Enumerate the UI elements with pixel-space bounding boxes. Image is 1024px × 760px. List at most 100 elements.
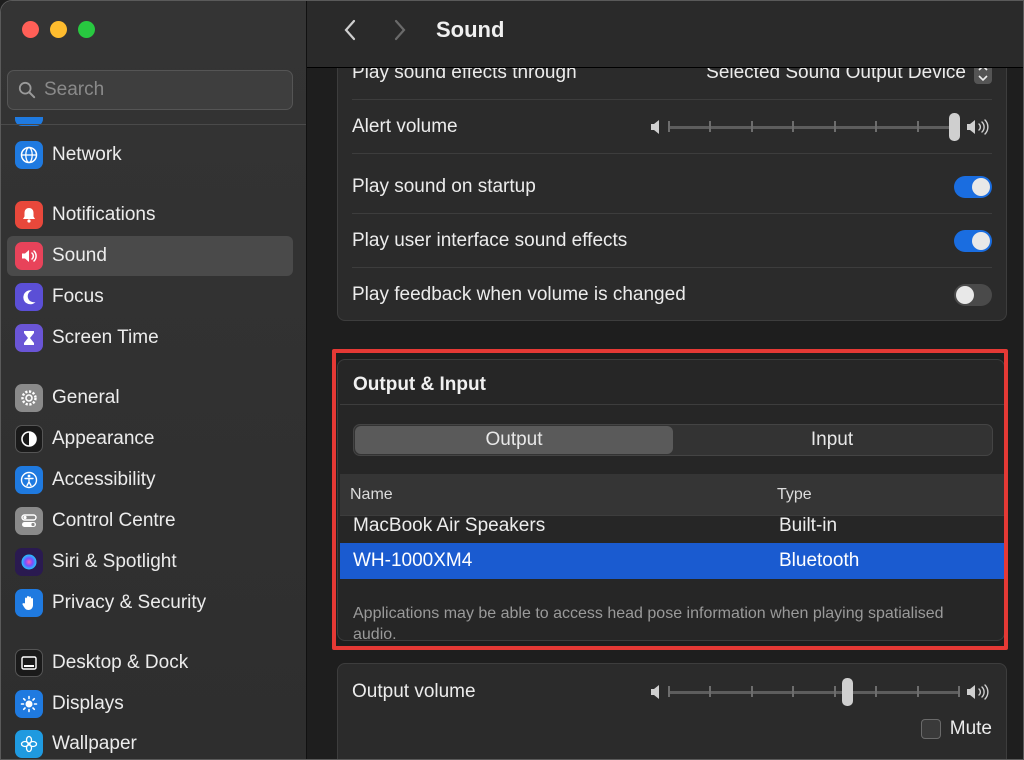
ui-sound-effects-row: Play user interface sound effects — [352, 214, 992, 268]
sidebar-item-screen-time[interactable]: Screen Time — [7, 318, 293, 358]
gear-icon — [15, 384, 43, 412]
sidebar-item-label: Screen Time — [52, 327, 159, 348]
sidebar-item-focus[interactable]: Focus — [7, 277, 293, 317]
mute-checkbox[interactable] — [920, 719, 941, 739]
bell-icon — [15, 201, 43, 229]
output-input-segmented-control: Output Input — [353, 424, 993, 456]
sidebar-item-label: Wallpaper — [52, 733, 137, 754]
output-volume-label: Output volume — [352, 681, 476, 702]
startup-sound-toggle[interactable] — [954, 175, 992, 198]
tab-output[interactable]: Output — [355, 426, 673, 454]
back-button[interactable] — [337, 17, 363, 43]
sidebar-divider — [1, 124, 306, 125]
close-button[interactable] — [22, 21, 39, 38]
spatial-audio-note: Applications may be able to access head … — [353, 605, 944, 643]
sidebar-item-label: Privacy & Security — [52, 592, 207, 613]
sidebar-item-general[interactable]: General — [7, 378, 293, 418]
slider-tick — [668, 686, 670, 697]
output-volume-slider[interactable] — [668, 677, 960, 707]
sidebar-item-label: Notifications — [52, 204, 156, 225]
output-input-panel: Output & Input Output Input Name Type Ma… — [337, 359, 1005, 643]
sidebar: Network Notifications Sound — [1, 1, 307, 759]
slider-tick — [875, 686, 878, 697]
column-header-type[interactable]: Type — [777, 486, 812, 504]
column-header-name[interactable]: Name — [350, 486, 393, 504]
slider-knob[interactable] — [949, 112, 960, 141]
siri-icon — [15, 548, 43, 576]
mute-label: Mute — [949, 718, 992, 739]
switches-icon — [15, 507, 43, 535]
speaker-low-icon — [651, 685, 659, 699]
slider-tick — [958, 686, 960, 697]
sidebar-item-label: Network — [52, 144, 122, 165]
sidebar-item-notifications[interactable]: Notifications — [7, 195, 293, 235]
section-divider — [340, 404, 1004, 405]
sidebar-item-accessibility[interactable]: Accessibility — [7, 460, 293, 500]
table-row[interactable]: MacBook Air Speakers Built-in — [340, 508, 1004, 544]
sidebar-item-label: Sound — [52, 245, 107, 266]
sidebar-item-label: Desktop & Dock — [52, 652, 189, 673]
sidebar-item-label: Focus — [52, 286, 104, 307]
ui-sound-effects-toggle[interactable] — [954, 229, 992, 252]
chevron-right-icon — [394, 19, 406, 41]
sidebar-item-wallpaper[interactable]: Wallpaper — [7, 724, 293, 759]
slider-tick — [709, 686, 712, 697]
volume-feedback-toggle[interactable] — [954, 284, 992, 306]
sidebar-item-control-centre[interactable]: Control Centre — [7, 501, 293, 541]
search-input[interactable] — [44, 79, 274, 101]
sidebar-item-desktop-dock[interactable]: Desktop & Dock — [7, 643, 293, 683]
alert-volume-slider-group — [650, 112, 992, 142]
device-name: MacBook Air Speakers — [353, 515, 546, 536]
alert-volume-slider[interactable] — [668, 112, 960, 142]
hourglass-icon — [15, 324, 43, 352]
device-type: Bluetooth — [779, 550, 860, 571]
speaker-high-icon — [967, 684, 989, 700]
startup-sound-row: Play sound on startup — [352, 160, 992, 214]
slider-tick — [709, 120, 712, 132]
sidebar-item-label: Control Centre — [52, 510, 176, 531]
device-type: Built-in — [779, 515, 838, 536]
accessibility-icon — [15, 466, 43, 494]
sidebar-item-label: Accessibility — [52, 469, 156, 490]
slider-tick — [792, 120, 795, 132]
sidebar-item-network[interactable]: Network — [7, 135, 293, 175]
startup-sound-label: Play sound on startup — [352, 175, 536, 197]
output-input-title: Output & Input — [353, 374, 486, 395]
device-name: WH-1000XM4 — [353, 550, 473, 571]
mute-control[interactable]: Mute — [920, 718, 992, 740]
alert-volume-label: Alert volume — [352, 115, 458, 137]
output-volume-row: Output volume — [352, 676, 992, 708]
sidebar-item-label: Appearance — [52, 428, 155, 449]
sidebar-item-appearance[interactable]: Appearance — [7, 419, 293, 459]
zoom-button[interactable] — [78, 21, 95, 38]
page-title: Sound — [436, 17, 505, 42]
search-icon — [18, 81, 36, 99]
search-field[interactable] — [7, 70, 293, 110]
slider-tick — [916, 686, 919, 697]
forward-button[interactable] — [387, 17, 413, 43]
ui-sound-effects-label: Play user interface sound effects — [352, 229, 628, 251]
slider-tick — [833, 120, 836, 132]
slider-tick — [792, 686, 795, 697]
slider-tick — [916, 120, 919, 132]
window-controls — [22, 21, 95, 38]
minimize-button[interactable] — [50, 21, 67, 38]
main-content: Play sound effects through Selected Soun… — [307, 1, 1023, 759]
slider-knob[interactable] — [842, 678, 854, 706]
sidebar-item-sound[interactable]: Sound — [7, 236, 293, 276]
volume-feedback-row: Play feedback when volume is changed — [352, 268, 992, 322]
sidebar-item-label: General — [52, 387, 120, 408]
speaker-high-icon — [967, 118, 989, 135]
output-volume-slider-group — [650, 677, 992, 707]
volume-feedback-label: Play feedback when volume is changed — [352, 284, 686, 305]
sidebar-item-privacy-security[interactable]: Privacy & Security — [7, 583, 293, 623]
chevron-left-icon — [344, 19, 356, 41]
sidebar-item-displays[interactable]: Displays — [7, 684, 293, 724]
sidebar-item-siri-spotlight[interactable]: Siri & Spotlight — [7, 542, 293, 582]
speaker-icon — [15, 242, 43, 270]
tab-input[interactable]: Input — [673, 426, 991, 454]
table-row-selected[interactable]: WH-1000XM4 Bluetooth — [340, 543, 1004, 579]
slider-tick — [750, 686, 753, 697]
moon-icon — [15, 283, 43, 311]
globe-icon — [15, 141, 43, 169]
